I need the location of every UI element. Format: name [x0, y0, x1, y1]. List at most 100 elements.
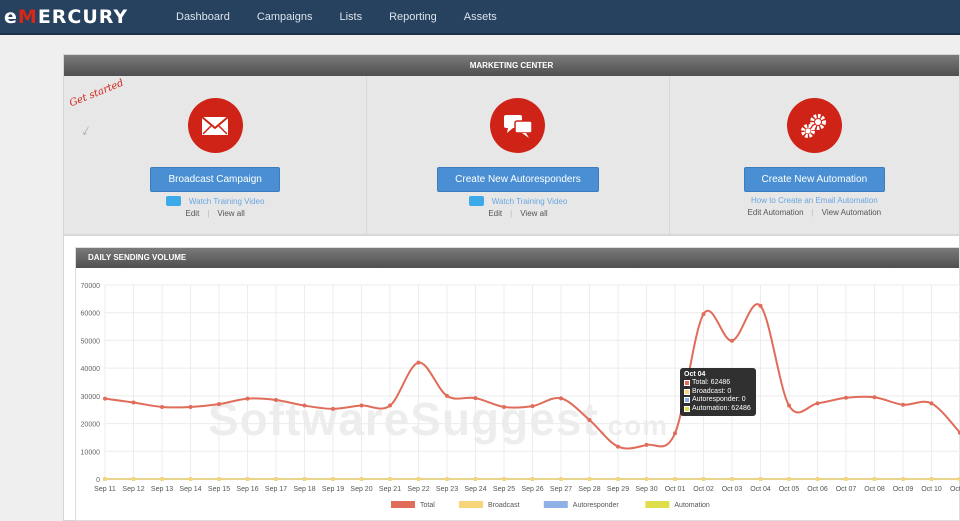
watch-training-video-link[interactable]: Watch Training Video — [189, 197, 265, 206]
edit-automation-link[interactable]: Edit Automation — [748, 208, 804, 217]
nav-reporting[interactable]: Reporting — [389, 11, 437, 23]
broadcast-point — [103, 477, 107, 481]
x-tick-label: Oct 02 — [693, 486, 714, 493]
total-swatch — [684, 380, 690, 387]
broadcast-point — [616, 477, 620, 481]
autoresponder-column: Create New Autoresponders Watch Training… — [367, 76, 670, 234]
total-point — [502, 404, 506, 409]
broadcast-point — [416, 477, 421, 481]
x-tick-label: Sep 30 — [635, 486, 657, 493]
sending-volume-chart: 0 10000 20000 30000 40000 50000 60000 70000 Sep … — [81, 283, 960, 509]
broadcast-point — [359, 477, 364, 481]
nav-dashboard[interactable]: Dashboard — [176, 11, 230, 23]
x-tick-label: Oct 08 — [864, 486, 885, 493]
view-all-link[interactable]: View all — [520, 209, 547, 218]
tooltip-title: Oct 04 — [684, 371, 706, 378]
nav-campaigns[interactable]: Campaigns — [257, 11, 313, 23]
broadcast-point — [758, 477, 763, 481]
y-tick-label: 40000 — [81, 366, 101, 373]
how-to-automation-link[interactable]: How to Create an Email Automation — [751, 196, 878, 205]
tooltip-total: Total: 62486 — [692, 379, 731, 386]
x-tick-label: Sep 18 — [293, 486, 315, 493]
automation-legend-swatch — [645, 501, 670, 508]
total-legend-label: Total — [420, 502, 435, 509]
x-tick-label: Sep 14 — [179, 486, 201, 493]
broadcast-point — [188, 477, 193, 481]
broadcast-point — [587, 477, 592, 481]
broadcast-point — [245, 477, 250, 481]
tooltip-autoresponder: Autoresponder: 0 — [692, 396, 746, 403]
total-point — [815, 401, 820, 406]
x-tick-label: Sep 22 — [407, 486, 429, 493]
edit-link[interactable]: Edit — [186, 209, 200, 218]
broadcast-point — [445, 477, 449, 481]
broadcast-point — [815, 477, 820, 481]
x-tick-label: Sep 26 — [521, 486, 543, 493]
x-tick-label: Oct 06 — [807, 486, 828, 493]
x-tick-label: Sep 15 — [208, 486, 230, 493]
x-tick-label: Sep 13 — [151, 486, 173, 493]
x-tick-label: Sep 17 — [265, 486, 287, 493]
total-point — [758, 303, 763, 308]
view-all-link[interactable]: View all — [217, 209, 244, 218]
y-tick-label: 20000 — [81, 422, 101, 429]
top-navbar: eMERCURY Dashboard Campaigns Lists Repor… — [0, 0, 960, 35]
x-tick-label: Sep 23 — [436, 486, 458, 493]
autoresponder-swatch — [684, 397, 690, 404]
total-point — [445, 393, 449, 398]
automation-column: Create New Automation How to Create an E… — [670, 76, 959, 234]
broadcast-point — [673, 477, 677, 481]
total-point — [559, 396, 563, 401]
broadcast-point — [131, 477, 136, 481]
chart-tooltip: Oct 04 Total: 62486 Broadcast: 0 Autores… — [680, 368, 756, 416]
x-tick-label: Oct 03 — [722, 486, 743, 493]
chat-bubbles-icon[interactable] — [490, 98, 546, 153]
total-point — [730, 338, 734, 343]
nav-lists[interactable]: Lists — [339, 11, 362, 23]
total-point — [160, 404, 164, 409]
create-automation-button[interactable]: Create New Automation — [743, 167, 886, 192]
broadcast-legend-label: Broadcast — [488, 502, 520, 509]
x-tick-label: Sep 28 — [578, 486, 600, 493]
x-tick-label: Oct 09 — [893, 486, 914, 493]
video-camera-icon — [468, 196, 484, 206]
total-point — [217, 402, 221, 407]
watch-training-video-link[interactable]: Watch Training Video — [492, 197, 568, 206]
broadcast-point — [901, 477, 905, 481]
autoresponder-legend-label: Autoresponder — [573, 502, 620, 509]
envelope-icon[interactable] — [187, 98, 243, 153]
x-tick-label: Oct 10 — [921, 486, 942, 493]
x-tick-label: Sep 20 — [350, 486, 372, 493]
total-legend-swatch — [391, 501, 415, 508]
nav-assets[interactable]: Assets — [464, 11, 497, 23]
create-autoresponders-button[interactable]: Create New Autoresponders — [437, 167, 599, 192]
x-tick-label: Sep 16 — [236, 486, 258, 493]
x-tick-label: Sep 24 — [464, 486, 486, 493]
x-tick-label: Oct 07 — [836, 486, 857, 493]
broadcast-point — [388, 477, 392, 481]
x-tick-label: Oct 04 — [750, 486, 771, 493]
broadcast-point — [730, 477, 734, 481]
broadcast-column: Get started ↓ Broadcast Campaign Watch T… — [64, 76, 368, 234]
broadcast-legend-swatch — [459, 501, 483, 508]
marketing-center-title: MARKETING CENTER — [64, 55, 959, 76]
view-automation-link[interactable]: View Automation — [822, 208, 881, 217]
x-tick-label: Oct 05 — [779, 486, 800, 493]
broadcast-campaign-button[interactable]: Broadcast Campaign — [150, 167, 280, 192]
broadcast-point — [787, 477, 791, 481]
edit-link[interactable]: Edit — [488, 209, 502, 218]
y-tick-label: 0 — [96, 477, 100, 484]
x-tick-label: Sep 19 — [322, 486, 344, 493]
total-point — [673, 431, 677, 436]
total-point — [644, 442, 649, 447]
broadcast-point — [872, 477, 877, 481]
total-point — [530, 404, 535, 409]
broadcast-point — [331, 477, 335, 481]
x-tick-label: Sep 25 — [493, 486, 515, 493]
broadcast-point — [644, 477, 649, 481]
gears-icon[interactable] — [786, 98, 842, 153]
x-tick-label: Sep 21 — [379, 486, 401, 493]
broadcast-point — [160, 477, 164, 481]
total-point — [701, 312, 706, 317]
emercury-logo[interactable]: eMERCURY — [4, 6, 128, 28]
